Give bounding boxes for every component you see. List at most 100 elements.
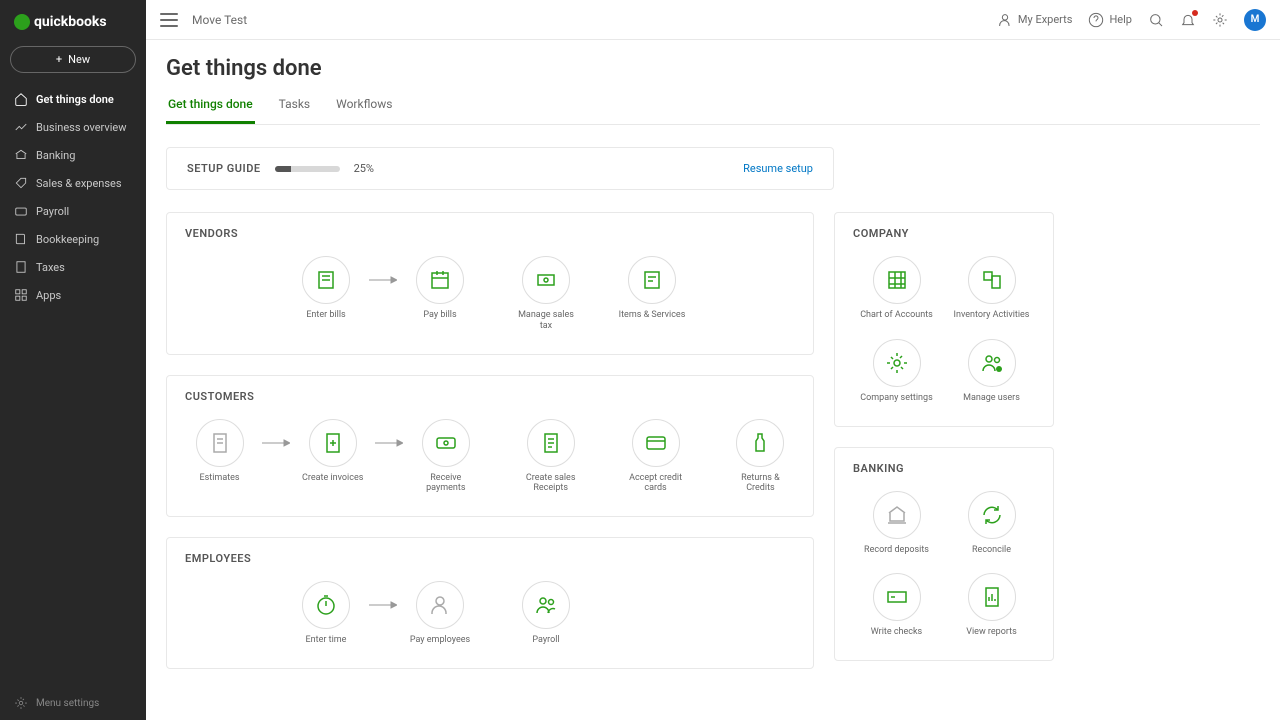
flow-label: Write checks bbox=[871, 627, 922, 638]
customers-title: CUSTOMERS bbox=[185, 390, 795, 403]
tab-get-things-done[interactable]: Get things done bbox=[166, 91, 255, 124]
home-icon bbox=[14, 92, 28, 106]
sidebar-item-label: Apps bbox=[36, 289, 61, 302]
vendors-title: VENDORS bbox=[185, 227, 795, 240]
search-icon[interactable] bbox=[1148, 12, 1164, 28]
menu-toggle-icon[interactable] bbox=[160, 13, 178, 27]
setup-progress-bar bbox=[275, 166, 340, 172]
chart-of-accounts-item[interactable]: Chart of Accounts bbox=[853, 256, 940, 321]
resume-setup-link[interactable]: Resume setup bbox=[743, 162, 813, 175]
employees-title: EMPLOYEES bbox=[185, 552, 795, 565]
manage-sales-tax-item[interactable]: Manage sales tax bbox=[511, 256, 581, 332]
receive-payments-item[interactable]: Receive payments bbox=[411, 419, 480, 495]
flow-label: Payroll bbox=[532, 635, 559, 646]
sidebar-item-banking[interactable]: Banking bbox=[0, 141, 146, 169]
employees-card: EMPLOYEES Enter time Pay employees bbox=[166, 537, 814, 669]
logo-text: quickbooks bbox=[34, 14, 107, 30]
new-button-label: New bbox=[68, 53, 90, 66]
manage-users-item[interactable]: Manage users bbox=[948, 339, 1035, 404]
sidebar: quickbooks + New Get things done Busines… bbox=[0, 0, 146, 720]
flow-label: Items & Services bbox=[619, 310, 686, 321]
enter-time-item[interactable]: Enter time bbox=[291, 581, 361, 646]
sidebar-item-label: Payroll bbox=[36, 205, 69, 218]
topbar: Move Test My Experts Help M bbox=[146, 0, 1280, 40]
sidebar-item-business-overview[interactable]: Business overview bbox=[0, 113, 146, 141]
credit-card-icon bbox=[632, 419, 680, 467]
grid-icon bbox=[873, 256, 921, 304]
invoice-plus-icon bbox=[309, 419, 357, 467]
users-plus-icon bbox=[968, 339, 1016, 387]
arrow-right-icon bbox=[262, 419, 290, 467]
sidebar-item-sales-expenses[interactable]: Sales & expenses bbox=[0, 169, 146, 197]
pay-bills-item[interactable]: Pay bills bbox=[405, 256, 475, 321]
menu-settings[interactable]: Menu settings bbox=[0, 686, 146, 720]
sidebar-item-payroll[interactable]: Payroll bbox=[0, 197, 146, 225]
sidebar-item-taxes[interactable]: Taxes bbox=[0, 253, 146, 281]
tab-workflows[interactable]: Workflows bbox=[334, 91, 394, 124]
my-experts-link[interactable]: My Experts bbox=[997, 12, 1073, 28]
sidebar-item-label: Bookkeeping bbox=[36, 233, 99, 246]
check-icon bbox=[873, 573, 921, 621]
returns-credits-item[interactable]: Returns & Credits bbox=[726, 419, 795, 495]
new-button[interactable]: + New bbox=[10, 46, 136, 73]
company-name: Move Test bbox=[192, 13, 247, 27]
setup-guide-label: SETUP GUIDE bbox=[187, 162, 261, 175]
reconcile-item[interactable]: Reconcile bbox=[948, 491, 1035, 556]
flow-label: Company settings bbox=[860, 393, 932, 404]
arrow-right-icon bbox=[375, 419, 403, 467]
sidebar-nav: Get things done Business overview Bankin… bbox=[0, 85, 146, 686]
people-icon bbox=[522, 581, 570, 629]
bottle-icon bbox=[736, 419, 784, 467]
arrow-right-icon bbox=[369, 581, 397, 629]
book-icon bbox=[14, 232, 28, 246]
help-link[interactable]: Help bbox=[1088, 12, 1132, 28]
gear-icon bbox=[14, 696, 28, 710]
help-icon bbox=[1088, 12, 1104, 28]
record-deposits-item[interactable]: Record deposits bbox=[853, 491, 940, 556]
flow-label: Create sales Receipts bbox=[516, 473, 585, 495]
payroll-item[interactable]: Payroll bbox=[511, 581, 581, 646]
flow-label: Manage sales tax bbox=[511, 310, 581, 332]
company-title: COMPANY bbox=[853, 227, 1035, 240]
payment-icon bbox=[422, 419, 470, 467]
person-icon bbox=[416, 581, 464, 629]
page: Get things done Get things done Tasks Wo… bbox=[146, 40, 1280, 720]
banking-card: BANKING Record deposits Reconcile bbox=[834, 447, 1054, 662]
main: Move Test My Experts Help M Get things d… bbox=[146, 0, 1280, 720]
tab-label: Get things done bbox=[168, 97, 253, 111]
apps-icon bbox=[14, 288, 28, 302]
inventory-item[interactable]: Inventory Activities bbox=[948, 256, 1035, 321]
my-experts-label: My Experts bbox=[1018, 13, 1073, 26]
bank-icon bbox=[14, 148, 28, 162]
flow-label: Chart of Accounts bbox=[860, 310, 933, 321]
tab-label: Workflows bbox=[336, 97, 392, 111]
wallet-icon bbox=[14, 204, 28, 218]
create-invoices-item[interactable]: Create invoices bbox=[298, 419, 367, 484]
expert-icon bbox=[997, 12, 1013, 28]
sales-receipts-item[interactable]: Create sales Receipts bbox=[516, 419, 585, 495]
accept-cards-item[interactable]: Accept credit cards bbox=[621, 419, 690, 495]
notifications-icon[interactable] bbox=[1180, 12, 1196, 28]
tab-tasks[interactable]: Tasks bbox=[277, 91, 313, 124]
sidebar-item-bookkeeping[interactable]: Bookkeeping bbox=[0, 225, 146, 253]
estimates-item[interactable]: Estimates bbox=[185, 419, 254, 484]
flow-label: Manage users bbox=[963, 393, 1020, 404]
sidebar-item-apps[interactable]: Apps bbox=[0, 281, 146, 309]
sidebar-item-get-things-done[interactable]: Get things done bbox=[0, 85, 146, 113]
invoice-icon bbox=[628, 256, 676, 304]
logo[interactable]: quickbooks bbox=[0, 8, 146, 40]
items-services-item[interactable]: Items & Services bbox=[617, 256, 687, 321]
avatar[interactable]: M bbox=[1244, 9, 1266, 31]
vendors-card: VENDORS Enter bills Pay bills bbox=[166, 212, 814, 355]
calendar-icon bbox=[416, 256, 464, 304]
company-settings-item[interactable]: Company settings bbox=[853, 339, 940, 404]
avatar-initial: M bbox=[1251, 14, 1260, 25]
write-checks-item[interactable]: Write checks bbox=[853, 573, 940, 638]
enter-bills-item[interactable]: Enter bills bbox=[291, 256, 361, 321]
document-icon bbox=[196, 419, 244, 467]
pay-employees-item[interactable]: Pay employees bbox=[405, 581, 475, 646]
view-reports-item[interactable]: View reports bbox=[948, 573, 1035, 638]
stopwatch-icon bbox=[302, 581, 350, 629]
sidebar-item-label: Get things done bbox=[36, 93, 114, 106]
settings-gear-icon[interactable] bbox=[1212, 12, 1228, 28]
